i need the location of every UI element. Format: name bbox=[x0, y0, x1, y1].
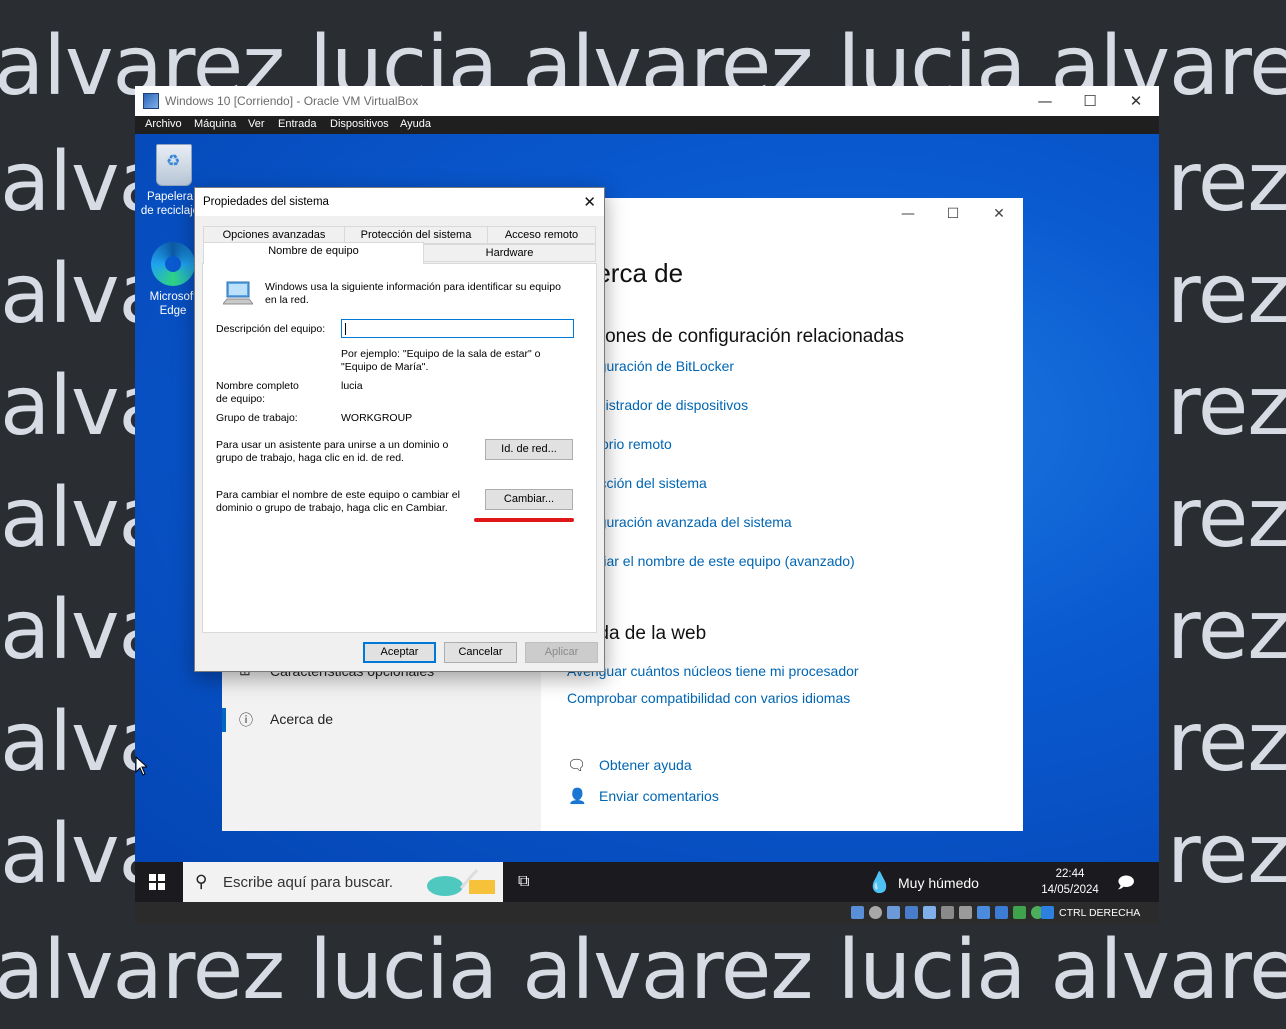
weather-text[interactable]: Muy húmedo bbox=[898, 875, 979, 891]
tab-hardware[interactable]: Hardware bbox=[423, 244, 596, 262]
vbox-title: Windows 10 [Corriendo] - Oracle VM Virtu… bbox=[165, 94, 419, 108]
intro-text: Windows usa la siguiente información par… bbox=[265, 281, 561, 306]
menu-dispositivos[interactable]: Dispositivos bbox=[330, 118, 389, 130]
watermark-side-right: rez bbox=[1167, 586, 1286, 676]
start-button[interactable] bbox=[149, 874, 165, 890]
network-id-button[interactable]: Id. de red... bbox=[485, 439, 573, 460]
change-button[interactable]: Cambiar... bbox=[485, 489, 573, 510]
vbox-status-bar: CTRL DERECHA bbox=[135, 902, 1159, 924]
menu-ayuda[interactable]: Ayuda bbox=[400, 118, 431, 130]
info-icon: ⓘ bbox=[239, 712, 253, 728]
watermark-side-left: alva bbox=[0, 698, 135, 788]
cancel-button[interactable]: Cancelar bbox=[444, 642, 517, 663]
notification-icon[interactable]: 🗩 bbox=[1117, 872, 1135, 899]
network-icon[interactable] bbox=[905, 906, 918, 919]
watermark-bottom: alvarez lucia alvarez lucia alvarez bbox=[0, 926, 1286, 1016]
search-highlight-icon bbox=[427, 869, 495, 896]
full-name-label: Nombre completo de equipo: bbox=[216, 380, 299, 405]
optical-drive-icon[interactable] bbox=[869, 906, 882, 919]
network-id-text: Para usar un asistente para unirse a un … bbox=[216, 439, 449, 464]
clock-date: 14/05/2024 bbox=[1041, 884, 1099, 896]
taskbar-clock[interactable]: 22:44 14/05/2024 bbox=[1035, 866, 1105, 898]
tab-computer-name[interactable]: Nombre de equipo bbox=[203, 242, 424, 264]
link-language-compat[interactable]: Comprobar compatibilidad con varios idio… bbox=[567, 690, 850, 706]
watermark-side-right: rez bbox=[1167, 698, 1286, 788]
watermark-side-left: alva bbox=[0, 362, 135, 452]
watermark-side-right: rez bbox=[1167, 362, 1286, 452]
related-settings-heading: Opciones de configuración relacionadas bbox=[566, 326, 904, 347]
weather-icon[interactable]: 💧 bbox=[867, 870, 892, 895]
virtualbox-icon bbox=[143, 93, 159, 109]
usb-icon[interactable] bbox=[923, 906, 936, 919]
search-placeholder: Escribe aquí para buscar. bbox=[223, 874, 394, 891]
watermark-side-left: alva bbox=[0, 474, 135, 564]
vbox-minimize-button[interactable]: — bbox=[1022, 86, 1068, 116]
workgroup-label: Grupo de trabajo: bbox=[216, 412, 298, 424]
help-icon: 🗨 bbox=[567, 757, 587, 774]
mouse-cursor-icon bbox=[135, 756, 147, 776]
system-properties-dialog: Propiedades del sistema ✕ Opciones avanz… bbox=[194, 187, 605, 672]
link-rename-pc[interactable]: Cambiar el nombre de este equipo (avanza… bbox=[566, 553, 855, 569]
dialog-close-button[interactable]: ✕ bbox=[583, 193, 596, 211]
menu-ver[interactable]: Ver bbox=[248, 118, 265, 130]
apply-button: Aplicar bbox=[525, 642, 598, 663]
dialog-title: Propiedades del sistema bbox=[203, 196, 329, 208]
settings-maximize-button[interactable]: ☐ bbox=[930, 202, 976, 226]
edge-icon bbox=[151, 242, 195, 286]
nav-about[interactable]: ⓘ Acerca de bbox=[222, 704, 541, 736]
watermark-side-right: rez bbox=[1167, 138, 1286, 228]
display-icon[interactable] bbox=[959, 906, 972, 919]
highlight-underline bbox=[474, 518, 574, 522]
watermark-side-right: rez bbox=[1167, 810, 1286, 900]
hard-disk-icon[interactable] bbox=[851, 906, 864, 919]
example-text: Por ejemplo: "Equipo de la sala de estar… bbox=[341, 348, 541, 373]
watermark-side-right: rez bbox=[1167, 474, 1286, 564]
vbox-menu-bar: Archivo Máquina Ver Entrada Dispositivos… bbox=[135, 116, 1159, 134]
cpu-icon[interactable] bbox=[1013, 906, 1026, 919]
search-icon: ⚲ bbox=[195, 872, 208, 891]
clock-time: 22:44 bbox=[1055, 868, 1085, 880]
description-label: Descripción del equipo: bbox=[216, 323, 326, 335]
settings-close-button[interactable]: ✕ bbox=[976, 202, 1022, 226]
watermark-side-left: alva bbox=[0, 138, 135, 228]
feedback-icon: 👤 bbox=[568, 788, 587, 805]
shared-folders-icon[interactable] bbox=[941, 906, 954, 919]
watermark-side-left: alva bbox=[0, 250, 135, 340]
tab-remote-access[interactable]: Acceso remoto bbox=[487, 226, 596, 244]
vbox-close-button[interactable]: ✕ bbox=[1113, 86, 1159, 116]
recording-icon[interactable] bbox=[995, 906, 1008, 919]
desktop-icon-label: Papelera de reciclaje bbox=[140, 191, 200, 217]
audio-icon[interactable] bbox=[887, 906, 900, 919]
watermark-side-left: alva bbox=[0, 586, 135, 676]
link-feedback[interactable]: Enviar comentarios bbox=[599, 788, 719, 804]
vbox-maximize-button[interactable]: ☐ bbox=[1067, 86, 1113, 116]
video-capture-icon[interactable] bbox=[977, 906, 990, 919]
change-text: Para cambiar el nombre de este equipo o … bbox=[216, 489, 460, 514]
dialog-title-bar[interactable]: Propiedades del sistema ✕ bbox=[195, 188, 604, 216]
taskbar-search-box[interactable]: ⚲ Escribe aquí para buscar. bbox=[183, 862, 503, 902]
host-key-text: CTRL DERECHA bbox=[1059, 907, 1141, 919]
watermark-side-right: rez bbox=[1167, 250, 1286, 340]
workgroup-value: WORKGROUP bbox=[341, 412, 413, 424]
watermark-side-left: alva bbox=[0, 810, 135, 900]
ok-button[interactable]: Aceptar bbox=[363, 642, 436, 663]
task-view-icon[interactable]: ⧉ bbox=[518, 873, 529, 891]
link-processor-cores[interactable]: Averiguar cuántos núcleos tiene mi proce… bbox=[567, 663, 859, 679]
taskbar: ⚲ Escribe aquí para buscar. ⧉ 💧 Muy húme… bbox=[135, 862, 1159, 902]
computer-icon bbox=[223, 281, 253, 305]
recycle-bin-icon bbox=[156, 144, 192, 186]
menu-archivo[interactable]: Archivo bbox=[145, 118, 182, 130]
full-name-value: lucia bbox=[341, 380, 363, 392]
menu-maquina[interactable]: Máquina bbox=[194, 118, 236, 130]
computer-description-input[interactable] bbox=[341, 319, 574, 338]
computer-name-panel: Windows usa la siguiente información par… bbox=[202, 263, 597, 633]
link-get-help[interactable]: Obtener ayuda bbox=[599, 757, 692, 773]
vbox-title-bar[interactable]: Windows 10 [Corriendo] - Oracle VM Virtu… bbox=[135, 86, 1159, 116]
menu-entrada[interactable]: Entrada bbox=[278, 118, 317, 130]
host-key-icon[interactable] bbox=[1041, 906, 1054, 919]
settings-minimize-button[interactable]: — bbox=[885, 202, 931, 226]
